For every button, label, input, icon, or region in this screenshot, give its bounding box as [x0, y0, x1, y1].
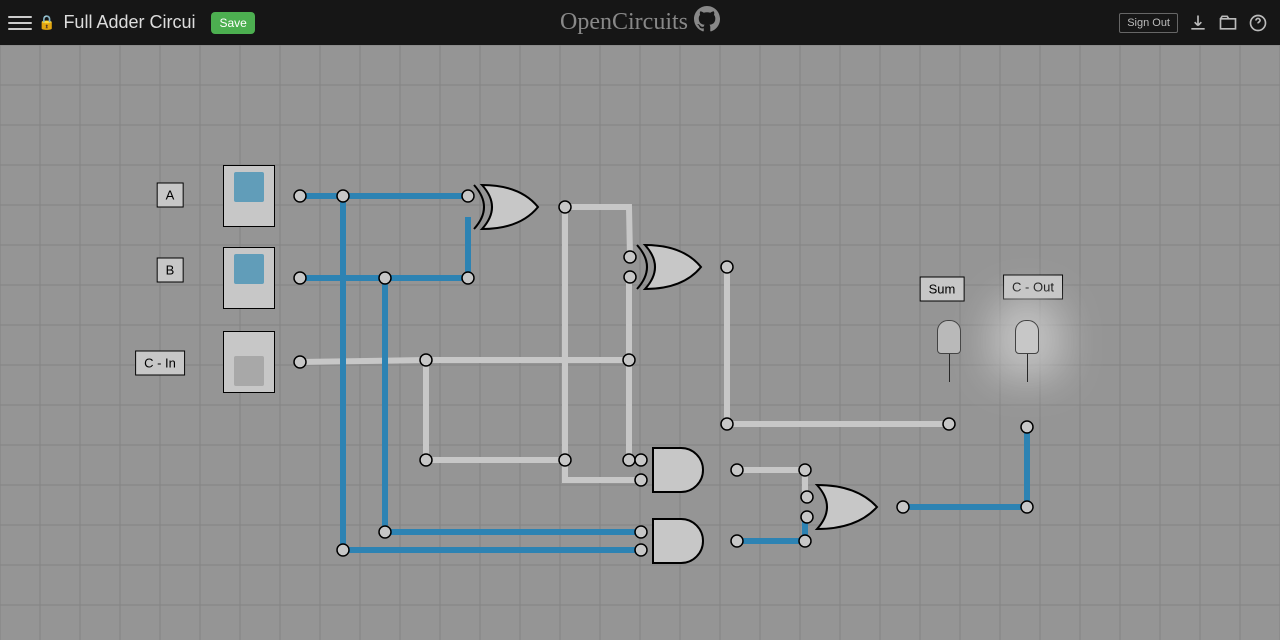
- app-header: 🔒 Save OpenCircuits Sign Out: [0, 0, 1280, 45]
- switch-b[interactable]: [223, 247, 275, 309]
- led-cout[interactable]: [1015, 320, 1039, 382]
- port[interactable]: [731, 464, 743, 476]
- save-button[interactable]: Save: [211, 12, 254, 34]
- led-sum[interactable]: [937, 320, 961, 382]
- xor-gate[interactable]: [474, 185, 538, 229]
- port[interactable]: [943, 418, 955, 430]
- port[interactable]: [462, 190, 474, 202]
- port[interactable]: [337, 544, 349, 556]
- port[interactable]: [799, 535, 811, 547]
- label-sum[interactable]: Sum: [920, 277, 965, 302]
- wire[interactable]: [565, 207, 630, 257]
- port[interactable]: [721, 261, 733, 273]
- port[interactable]: [624, 271, 636, 283]
- menu-icon[interactable]: [8, 11, 32, 35]
- xor-gate[interactable]: [637, 245, 701, 289]
- port[interactable]: [420, 454, 432, 466]
- port[interactable]: [294, 356, 306, 368]
- header-right: Sign Out: [1119, 13, 1280, 33]
- port[interactable]: [635, 474, 647, 486]
- port[interactable]: [294, 272, 306, 284]
- project-title-input[interactable]: [61, 11, 205, 34]
- port[interactable]: [635, 526, 647, 538]
- and-gate[interactable]: [653, 519, 703, 563]
- label-cin[interactable]: C - In: [135, 351, 185, 376]
- port[interactable]: [1021, 501, 1033, 513]
- label-cout[interactable]: C - Out: [1003, 275, 1063, 300]
- port[interactable]: [635, 544, 647, 556]
- brand-text: OpenCircuits: [560, 9, 688, 36]
- sign-out-button[interactable]: Sign Out: [1119, 13, 1178, 33]
- port[interactable]: [801, 511, 813, 523]
- port[interactable]: [559, 454, 571, 466]
- port[interactable]: [799, 464, 811, 476]
- brand[interactable]: OpenCircuits: [560, 6, 720, 39]
- header-left: 🔒 Save: [0, 11, 255, 35]
- label-b[interactable]: B: [157, 258, 184, 283]
- port[interactable]: [801, 491, 813, 503]
- port[interactable]: [294, 190, 306, 202]
- port[interactable]: [623, 354, 635, 366]
- download-icon[interactable]: [1188, 13, 1208, 33]
- port[interactable]: [559, 201, 571, 213]
- port[interactable]: [379, 272, 391, 284]
- wire[interactable]: [300, 360, 426, 362]
- label-a[interactable]: A: [157, 183, 184, 208]
- port[interactable]: [379, 526, 391, 538]
- github-icon[interactable]: [694, 6, 720, 39]
- port[interactable]: [337, 190, 349, 202]
- wire[interactable]: [629, 277, 630, 360]
- port[interactable]: [462, 272, 474, 284]
- port[interactable]: [721, 418, 733, 430]
- or-gate[interactable]: [817, 485, 877, 529]
- port[interactable]: [624, 251, 636, 263]
- port[interactable]: [623, 454, 635, 466]
- help-icon[interactable]: [1248, 13, 1268, 33]
- switch-a[interactable]: [223, 165, 275, 227]
- and-gate[interactable]: [653, 448, 703, 492]
- switch-cin[interactable]: [223, 331, 275, 393]
- port[interactable]: [731, 535, 743, 547]
- lock-icon: 🔒: [38, 14, 55, 31]
- port[interactable]: [1021, 421, 1033, 433]
- circuit-canvas[interactable]: A B C - In Sum C - Out: [0, 45, 1280, 640]
- open-folder-icon[interactable]: [1218, 13, 1238, 33]
- circuit-svg[interactable]: [0, 45, 1280, 640]
- port[interactable]: [635, 454, 647, 466]
- port[interactable]: [420, 354, 432, 366]
- port[interactable]: [897, 501, 909, 513]
